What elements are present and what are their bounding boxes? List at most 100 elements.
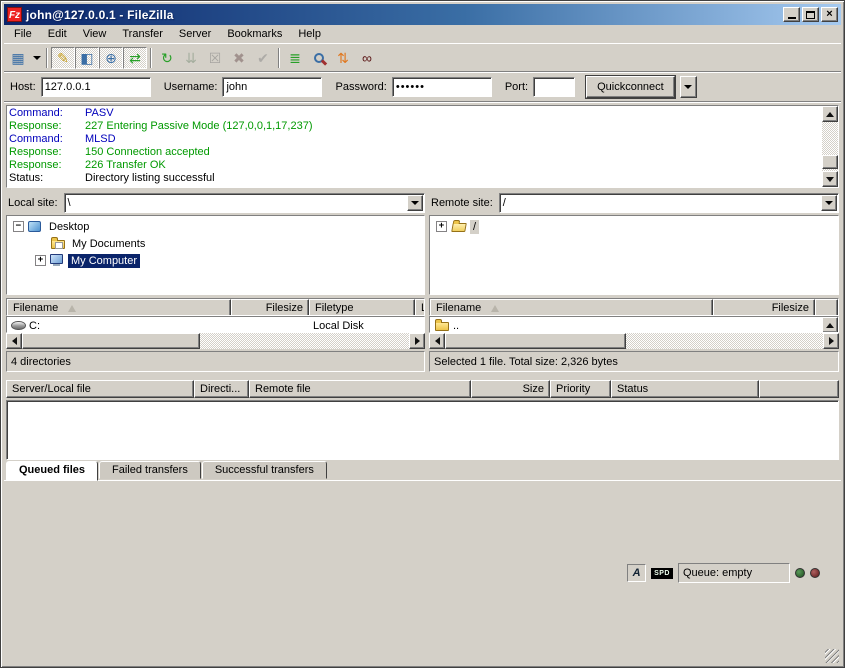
menu-item-edit[interactable]: Edit [40, 26, 75, 42]
local-site-dropdown-button[interactable] [407, 195, 423, 211]
local-file-list: C:Local Disk [6, 316, 425, 333]
tab-failed-transfers[interactable]: Failed transfers [99, 461, 201, 479]
tree-item-my-computer[interactable]: +My Computer [7, 252, 424, 269]
menu-item-view[interactable]: View [75, 26, 115, 42]
close-button[interactable]: × [821, 7, 838, 22]
filetype-cell: Local Disk [309, 317, 415, 333]
toggle-queue-view-button[interactable]: ⇄ [123, 47, 147, 69]
toggle-log-view-icon: ✎ [57, 50, 69, 66]
scrollbar-thumb[interactable] [22, 333, 200, 349]
column-header-filename[interactable]: Filename [7, 299, 231, 316]
remote-site-combobox[interactable]: / [499, 193, 839, 213]
tab-successful-transfers[interactable]: Successful transfers [202, 461, 327, 479]
local-horizontal-scrollbar[interactable] [6, 333, 425, 349]
column-header-directi-[interactable]: Directi... [194, 380, 249, 398]
scroll-left-button[interactable] [429, 333, 445, 349]
site-manager-button[interactable]: ▦ [6, 47, 30, 69]
column-header-filesize[interactable]: Filesize [713, 299, 815, 316]
column-header-server-local-file[interactable]: Server/Local file [6, 380, 194, 398]
column-header-status[interactable]: Status [611, 380, 759, 398]
tree-item--[interactable]: +/ [430, 218, 838, 235]
column-header-filetype[interactable]: Filetype [309, 299, 415, 316]
minimize-icon [788, 17, 796, 19]
synchronized-browsing-button[interactable]: ⇅ [331, 47, 355, 69]
log-line-text: Directory listing successful [85, 172, 215, 185]
speed-limit-badge[interactable]: SPD [651, 568, 673, 579]
maximize-button[interactable] [802, 7, 819, 22]
scroll-left-button[interactable] [6, 333, 22, 349]
column-header-filesize[interactable]: Filesize [231, 299, 309, 316]
log-scrollbar[interactable] [822, 106, 838, 187]
local-site-combobox[interactable]: \ [64, 193, 425, 213]
tree-item-label: Desktop [46, 220, 92, 234]
log-line-label: Command: [9, 133, 85, 146]
directory-comparison-button[interactable] [307, 47, 331, 69]
file-row--[interactable]: .. [430, 317, 822, 333]
toggle-remote-treeview-button[interactable]: ⊕ [99, 47, 123, 69]
log-line-text: PASV [85, 107, 114, 120]
menu-item-server[interactable]: Server [171, 26, 219, 42]
refresh-icon: ↻ [161, 50, 173, 66]
column-header-filler [815, 299, 838, 316]
site-manager-dropdown-button[interactable] [30, 47, 43, 69]
menu-item-help[interactable]: Help [290, 26, 329, 42]
remote-site-label: Remote site: [429, 197, 499, 209]
scroll-right-button[interactable] [409, 333, 425, 349]
arrow-right-icon [415, 337, 420, 345]
collapse-icon[interactable]: − [13, 221, 24, 232]
tree-item-my-documents[interactable]: My Documents [7, 235, 424, 252]
resize-grip-icon[interactable] [825, 649, 839, 663]
scroll-up-button[interactable] [822, 106, 838, 122]
title-bar: Fz john@127.0.0.1 - FileZilla × [4, 4, 841, 25]
column-header-remote-file[interactable]: Remote file [249, 380, 471, 398]
tab-queued-files[interactable]: Queued files [6, 461, 98, 481]
transfer-type-indicator[interactable]: A [627, 564, 646, 582]
toggle-local-treeview-button[interactable]: ◧ [75, 47, 99, 69]
log-line: Command:MLSD [9, 133, 820, 146]
tree-item-label: / [470, 220, 479, 234]
username-input[interactable]: john [222, 77, 322, 97]
quickconnect-button[interactable]: Quickconnect [586, 76, 675, 98]
quickconnect-dropdown-button[interactable] [680, 76, 697, 98]
toolbar-separator [278, 48, 280, 68]
menu-item-transfer[interactable]: Transfer [114, 26, 171, 42]
log-line-label: Response: [9, 120, 85, 133]
scroll-right-button[interactable] [823, 333, 839, 349]
menu-item-file[interactable]: File [6, 26, 40, 42]
find-files-button[interactable]: ∞ [355, 47, 379, 69]
synchronized-browsing-icon: ⇅ [337, 50, 349, 66]
refresh-button[interactable]: ↻ [155, 47, 179, 69]
remote-vertical-scrollbar[interactable] [822, 317, 838, 332]
directory-filters-button[interactable]: ≣ [283, 47, 307, 69]
app-icon: Fz [7, 7, 22, 22]
remote-site-dropdown-button[interactable] [821, 195, 837, 211]
remote-directory-tree: +/ [429, 215, 839, 295]
remote-horizontal-scrollbar[interactable] [429, 333, 839, 349]
column-header-priority[interactable]: Priority [550, 380, 611, 398]
minimize-button[interactable] [783, 7, 800, 22]
toggle-log-view-button[interactable]: ✎ [51, 47, 75, 69]
column-header-size[interactable]: Size [471, 380, 550, 398]
password-input[interactable]: •••••• [392, 77, 492, 97]
scrollbar-thumb[interactable] [822, 155, 838, 169]
log-line-label: Status: [9, 172, 85, 185]
file-row-c-[interactable]: C:Local Disk [7, 317, 424, 333]
port-input[interactable] [533, 77, 575, 97]
arrow-down-icon [826, 177, 834, 182]
host-input[interactable]: 127.0.0.1 [41, 77, 151, 97]
sort-ascending-icon [491, 305, 499, 312]
scrollbar-thumb[interactable] [445, 333, 626, 349]
maximize-icon [806, 11, 815, 19]
expand-icon[interactable]: + [436, 221, 447, 232]
tree-item-desktop[interactable]: − Desktop [7, 218, 424, 235]
arrow-left-icon [12, 337, 17, 345]
log-line-text: 226 Transfer OK [85, 159, 166, 172]
column-header-l[interactable]: L [415, 299, 425, 316]
column-header-label: Server/Local file [12, 383, 91, 395]
menu-item-bookmarks[interactable]: Bookmarks [219, 26, 290, 42]
column-header-filename[interactable]: Filename [430, 299, 713, 316]
scroll-up-button[interactable] [822, 317, 838, 333]
column-header-filler [759, 380, 839, 398]
expand-icon[interactable]: + [35, 255, 46, 266]
scroll-down-button[interactable] [822, 171, 838, 187]
